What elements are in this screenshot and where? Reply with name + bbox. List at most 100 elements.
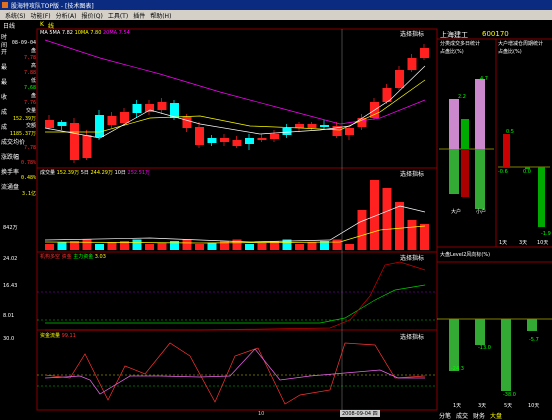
tab-market[interactable]: 大盘 — [490, 411, 502, 420]
legend-item: 成交量 — [40, 170, 57, 176]
volume-bar — [220, 241, 229, 250]
period-label-3: 3天 — [519, 240, 528, 246]
level2-label-2: 3天 — [478, 403, 487, 409]
period-bar-3 — [538, 167, 545, 227]
volume-legend: 成交量 152.39万 5日 244.29万 10日 252.51万 — [40, 169, 150, 176]
volume-bar — [295, 244, 304, 250]
legend-item: 152.39万 — [56, 170, 81, 176]
legend-item: 244.29万 — [90, 170, 115, 176]
volume-bar — [407, 220, 417, 250]
level2-label-1: 1天 — [453, 403, 462, 409]
volume-bar — [245, 244, 254, 250]
volume-bar — [307, 242, 317, 250]
period-label-10: 10天 — [537, 240, 549, 246]
volume-bar — [182, 239, 192, 250]
candle-body — [182, 117, 192, 128]
legend-item: 5MA 7.82 — [49, 30, 75, 36]
candle-body — [95, 115, 104, 137]
select-indicator-2[interactable]: 选择指标 — [400, 169, 424, 178]
candle-body — [295, 124, 304, 128]
legend-item: 3.03 — [94, 254, 106, 260]
label-small: 小户 — [476, 209, 487, 215]
level2-bar-1 — [449, 319, 459, 371]
candle-body — [270, 134, 279, 139]
level2-value-2: -13.0 — [478, 345, 491, 351]
macd-level-2: 16.43 — [3, 283, 18, 289]
volume-bar — [195, 244, 204, 250]
candle-body — [207, 138, 217, 143]
big-holder-title: 大户增减仓周期统计 — [498, 41, 544, 47]
date-cursor-label: 2008-09-04 四 — [340, 410, 380, 417]
bar-value-1: 2.2 — [458, 94, 466, 100]
macd-level-3: 8.01 — [3, 313, 15, 319]
volume-bar — [45, 244, 54, 250]
candle-body — [420, 48, 429, 58]
bar-value-5: -0.6 — [498, 169, 508, 175]
legend-item: 5日 — [80, 170, 91, 176]
volume-bar — [257, 242, 267, 250]
bar-value-2: 4.7 — [480, 76, 488, 82]
small-holder-bar-top — [475, 79, 485, 149]
candle-body — [357, 118, 367, 127]
volume-bar — [145, 244, 154, 250]
select-indicator-1[interactable]: 选择指标 — [400, 29, 424, 38]
candle-body — [82, 135, 92, 158]
tab-trades[interactable]: 成交 — [456, 411, 468, 420]
volume-level: 842万 — [3, 225, 18, 231]
candle-body — [232, 140, 242, 146]
candle-body — [282, 128, 292, 135]
big-holder-subtitle: 占盘比(%) — [498, 49, 522, 55]
legend-item: 10MA 7.80 — [74, 30, 103, 36]
level2-bar-3 — [501, 319, 511, 391]
volume-bar — [395, 202, 404, 250]
volume-bar — [345, 244, 354, 250]
period-label-1: 1天 — [499, 240, 508, 246]
select-indicator-3[interactable]: 选择指标 — [400, 253, 424, 262]
candle-body — [70, 123, 79, 160]
volume-bar — [170, 241, 179, 250]
legend-item: 主力资金 — [73, 254, 95, 260]
candle-body — [245, 138, 254, 144]
tab-finance[interactable]: 财务 — [473, 411, 485, 420]
bar-value-6: 0.0 — [523, 169, 531, 175]
candle-body — [195, 127, 204, 145]
legend-item: MA — [40, 30, 50, 36]
level2-value-3: -38.0 — [503, 392, 516, 398]
candle-body — [395, 70, 404, 88]
class-volume-subtitle: 占盘比(%) — [440, 49, 464, 55]
bottom-tabs: 分笔 成交 财务 大盘 — [437, 410, 552, 420]
legend-item: 99.11 — [61, 333, 76, 339]
candle-body — [407, 58, 417, 70]
big-holder-bar-bottom — [449, 149, 459, 194]
candle-body — [57, 122, 67, 126]
candle-body — [157, 102, 167, 110]
bar-mid-1 — [461, 119, 469, 149]
candle-body — [132, 104, 142, 113]
macd-legend: 机构多空 资金 主力资金 3.03 — [40, 253, 106, 260]
volume-bar — [420, 224, 429, 250]
label-big: 大户 — [451, 209, 462, 215]
legend-item: 资金 — [61, 254, 74, 260]
fund-level-1: 30.0 — [3, 336, 15, 342]
candle-body — [320, 125, 329, 127]
level2-label-3: 5天 — [504, 403, 513, 409]
tab-tick[interactable]: 分笔 — [439, 411, 451, 420]
volume-bar — [357, 210, 367, 250]
level2-value-1: -24.3 — [451, 366, 464, 372]
small-holder-bar-bottom — [475, 149, 485, 209]
volume-bar — [382, 188, 392, 250]
big-holder-bar-top — [449, 99, 459, 149]
stock-name: 上海建工 — [440, 31, 468, 39]
bar-value-4: -1.9 — [541, 231, 551, 237]
legend-item: 20MA 7.54 — [102, 30, 130, 36]
legend-item: 252.51万 — [127, 170, 151, 176]
candle-body — [107, 116, 117, 125]
volume-bar — [132, 239, 142, 250]
level2-label-4: 10天 — [528, 403, 540, 409]
legend-item: 10日 — [114, 170, 128, 176]
candle-body — [345, 128, 354, 135]
period-bar-1 — [503, 134, 510, 167]
stock-code: 600170 — [482, 30, 509, 38]
class-volume-title: 分类成交多日统计 — [440, 41, 481, 47]
select-indicator-4[interactable]: 选择指标 — [400, 332, 424, 341]
